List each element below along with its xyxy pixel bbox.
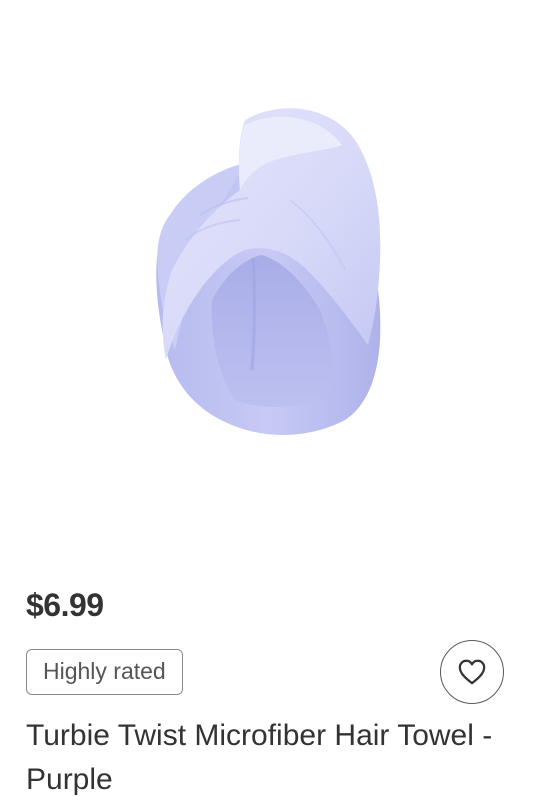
product-title[interactable]: Turbie Twist Microfiber Hair Towel - Pur… [26,714,526,802]
highly-rated-badge: Highly rated [26,649,183,695]
heart-outline-icon [458,659,486,685]
hair-towel-image [156,108,381,435]
product-price: $6.99 [26,587,104,623]
product-image[interactable] [0,0,542,560]
favorite-button[interactable] [440,640,504,704]
